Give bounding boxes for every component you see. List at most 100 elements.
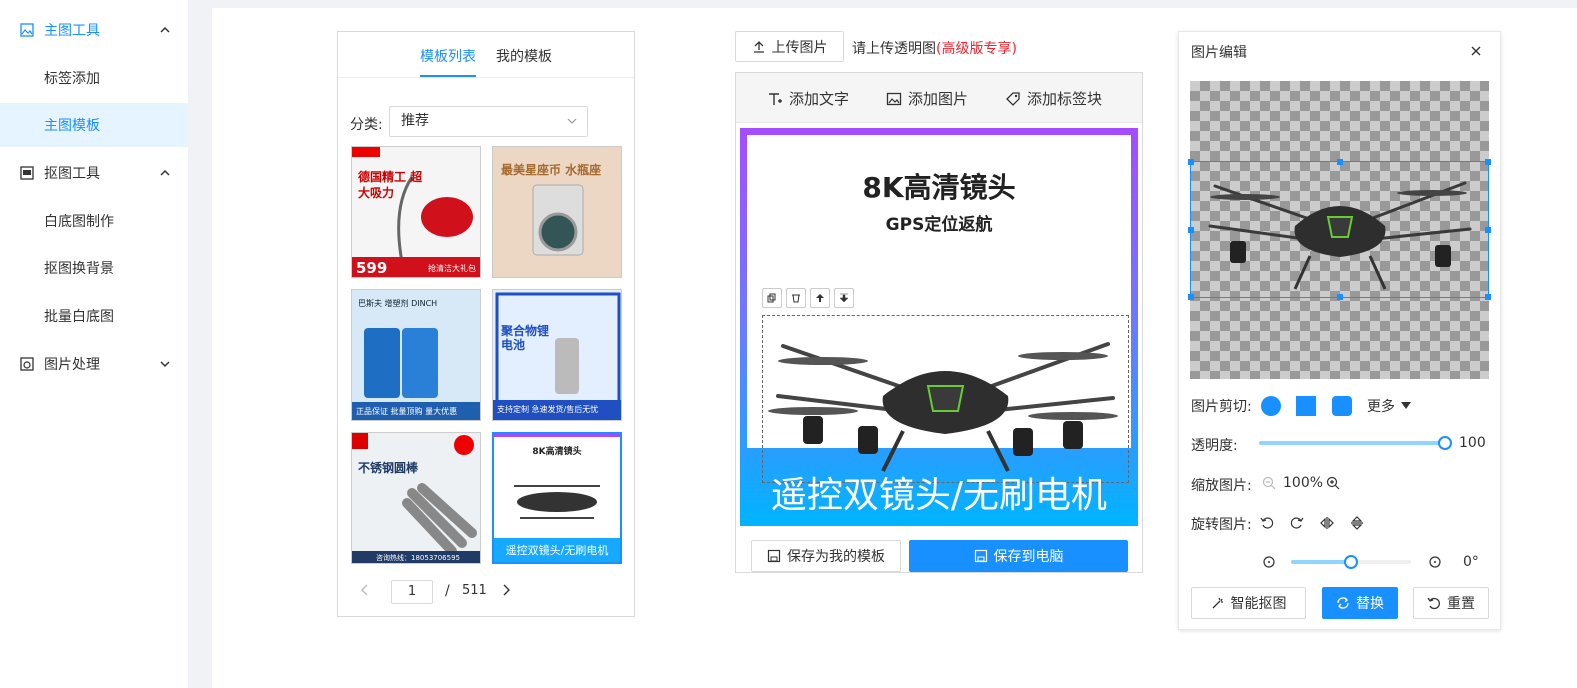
reset-label: 重置 [1447, 596, 1475, 612]
sidebar-item-batch-white[interactable]: 批量白底图 [0, 294, 188, 338]
crop-more-label: 更多 [1367, 399, 1395, 415]
rotate-slider-handle[interactable] [1344, 555, 1358, 569]
thumb-tag: 正品保证 批量顶购 量大优惠 [356, 407, 458, 416]
sidebar-item-white-bg[interactable]: 白底图制作 [0, 199, 188, 243]
template-thumb-coin[interactable]: 最美星座币 水瓶座 [492, 146, 622, 278]
sidebar-group-label: 主图工具 [44, 23, 100, 39]
category-select[interactable]: 推荐 [389, 106, 588, 137]
poster-title[interactable]: 8K高清镜头 [740, 166, 1138, 206]
opacity-value: 100 [1459, 435, 1486, 451]
add-image-label: 添加图片 [908, 90, 969, 108]
image-icon [20, 23, 34, 37]
sidebar-item-label: 抠图换背景 [44, 261, 114, 277]
template-panel: 模板列表 我的模板 分类: 推荐 德国精工 超大吸力 599 抢清洁大礼包 最美… [337, 31, 635, 617]
sidebar-item-label: 白底图制作 [44, 214, 114, 230]
sidebar-item-change-bg[interactable]: 抠图换背景 [0, 246, 188, 290]
rotate-cw-fine-icon[interactable] [1427, 554, 1443, 570]
delete-icon[interactable] [786, 288, 806, 308]
rotate-slider-track[interactable] [1291, 560, 1351, 564]
add-label-block-label: 添加标签块 [1027, 90, 1103, 108]
reset-icon [1427, 596, 1441, 610]
rotate-right-icon[interactable] [1289, 515, 1305, 531]
move-bottom-icon[interactable] [834, 288, 854, 308]
add-image-button[interactable]: 添加图片 [886, 88, 968, 109]
rotate-label: 旋转图片: [1191, 517, 1252, 533]
template-thumb-vacuum[interactable]: 德国精工 超大吸力 599 抢清洁大礼包 [351, 146, 481, 278]
tab-template-list[interactable]: 模板列表 [420, 46, 476, 66]
crop-handle[interactable] [1188, 227, 1194, 233]
copy-icon[interactable] [762, 288, 782, 308]
move-up-icon[interactable] [810, 288, 830, 308]
chevron-up-icon [158, 166, 172, 180]
smart-cutout-label: 智能抠图 [1230, 596, 1287, 612]
photo-process-icon [20, 357, 34, 371]
image-editor-panel: 图片编辑 图片剪切: 更多 透明度: 100 缩放图片: 100% 旋转图片: … [1178, 31, 1501, 630]
flip-vertical-icon[interactable] [1349, 515, 1365, 531]
crop-handle[interactable] [1485, 227, 1491, 233]
chevron-left-icon[interactable] [360, 584, 370, 596]
page-input[interactable]: 1 [391, 580, 433, 604]
sidebar-group-image-process[interactable]: 图片处理 [0, 342, 188, 386]
add-label-block-button[interactable]: 添加标签块 [1005, 88, 1102, 109]
rotate-left-icon[interactable] [1259, 515, 1275, 531]
crop-more-dropdown[interactable]: 更多 [1367, 396, 1411, 416]
crop-handle[interactable] [1485, 294, 1491, 300]
template-thumb-steel[interactable]: 不锈钢圆棒 咨询热线：18053706595 [351, 432, 481, 564]
rotate-ccw-fine-icon[interactable] [1261, 554, 1277, 570]
sidebar-item-main-template[interactable]: 主图模板 [0, 103, 188, 147]
pagination: 1 / 511 [338, 580, 634, 606]
sidebar-item-label: 批量白底图 [44, 309, 114, 325]
thumb-title: 聚合物锂电池 [501, 324, 550, 352]
opacity-slider-handle[interactable] [1438, 436, 1452, 450]
zoom-out-icon[interactable] [1261, 475, 1277, 491]
sidebar-group-cutout-tools[interactable]: 抠图工具 [0, 151, 188, 195]
thumb-tag: 遥控双镜头/无刷电机 [505, 544, 609, 557]
crop-handle[interactable] [1337, 294, 1343, 300]
sidebar-item-label: 主图模板 [44, 118, 100, 134]
chevron-down-icon [158, 357, 172, 371]
crop-label: 图片剪切: [1191, 399, 1252, 415]
chevron-right-icon[interactable] [501, 584, 511, 596]
close-icon[interactable] [1469, 44, 1483, 58]
poster-preview: 8K高清镜头 GPS定位返航 遥控双镜头/无刷电机 [740, 128, 1138, 526]
thumb-title: 最美星座币 水瓶座 [501, 163, 602, 177]
thumb-title: 德国精工 超大吸力 [358, 170, 423, 200]
drone-image [768, 342, 1118, 472]
flip-horizontal-icon[interactable] [1319, 515, 1335, 531]
image-icon [886, 91, 902, 107]
opacity-slider-track[interactable] [1259, 441, 1445, 445]
poster-bottom-text[interactable]: 遥控双镜头/无刷电机 [740, 466, 1138, 518]
poster-subtitle[interactable]: GPS定位返航 [740, 210, 1138, 235]
sidebar-item-label-add[interactable]: 标签添加 [0, 56, 188, 100]
replace-button[interactable]: 替换 [1322, 587, 1398, 619]
save-icon [767, 549, 781, 563]
template-thumb-battery[interactable]: 聚合物锂电池 支持定制 急速发货/售后无忧 [492, 289, 622, 421]
save-to-pc-button[interactable]: 保存到电脑 [909, 540, 1128, 572]
layout-gutter [188, 0, 212, 688]
steel-bar-thumbnail [352, 433, 480, 563]
template-thumb-chemical[interactable]: 巴斯夫 增塑剂 DINCH 正品保证 批量顶购 量大优惠 [351, 289, 481, 421]
crop-square-button[interactable] [1296, 396, 1316, 416]
angle-value: 0° [1463, 554, 1479, 570]
crop-rounded-button[interactable] [1332, 396, 1352, 416]
crop-handle[interactable] [1337, 159, 1343, 165]
caret-down-icon [1401, 402, 1411, 410]
zoom-in-icon[interactable] [1325, 475, 1341, 491]
sidebar-group-main-tools[interactable]: 主图工具 [0, 8, 188, 52]
editor-title: 图片编辑 [1191, 45, 1247, 61]
crop-circle-button[interactable] [1261, 396, 1281, 416]
crop-handle[interactable] [1188, 294, 1194, 300]
template-thumb-drone[interactable]: 8K高清镜头 遥控双镜头/无刷电机 [492, 432, 622, 564]
drone-image-layer[interactable] [762, 315, 1129, 483]
upload-image-button[interactable]: 上传图片 [735, 31, 844, 62]
smart-cutout-button[interactable]: 智能抠图 [1191, 587, 1306, 619]
save-template-button[interactable]: 保存为我的模板 [751, 540, 901, 572]
crop-selection[interactable] [1188, 159, 1491, 300]
add-text-button[interactable]: 添加文字 [767, 88, 849, 109]
tab-my-templates[interactable]: 我的模板 [496, 46, 552, 66]
crop-handle[interactable] [1485, 159, 1491, 165]
tab-ink-bar [420, 75, 476, 77]
page-total: 511 [462, 583, 487, 598]
reset-button[interactable]: 重置 [1413, 587, 1489, 619]
crop-handle[interactable] [1188, 159, 1194, 165]
